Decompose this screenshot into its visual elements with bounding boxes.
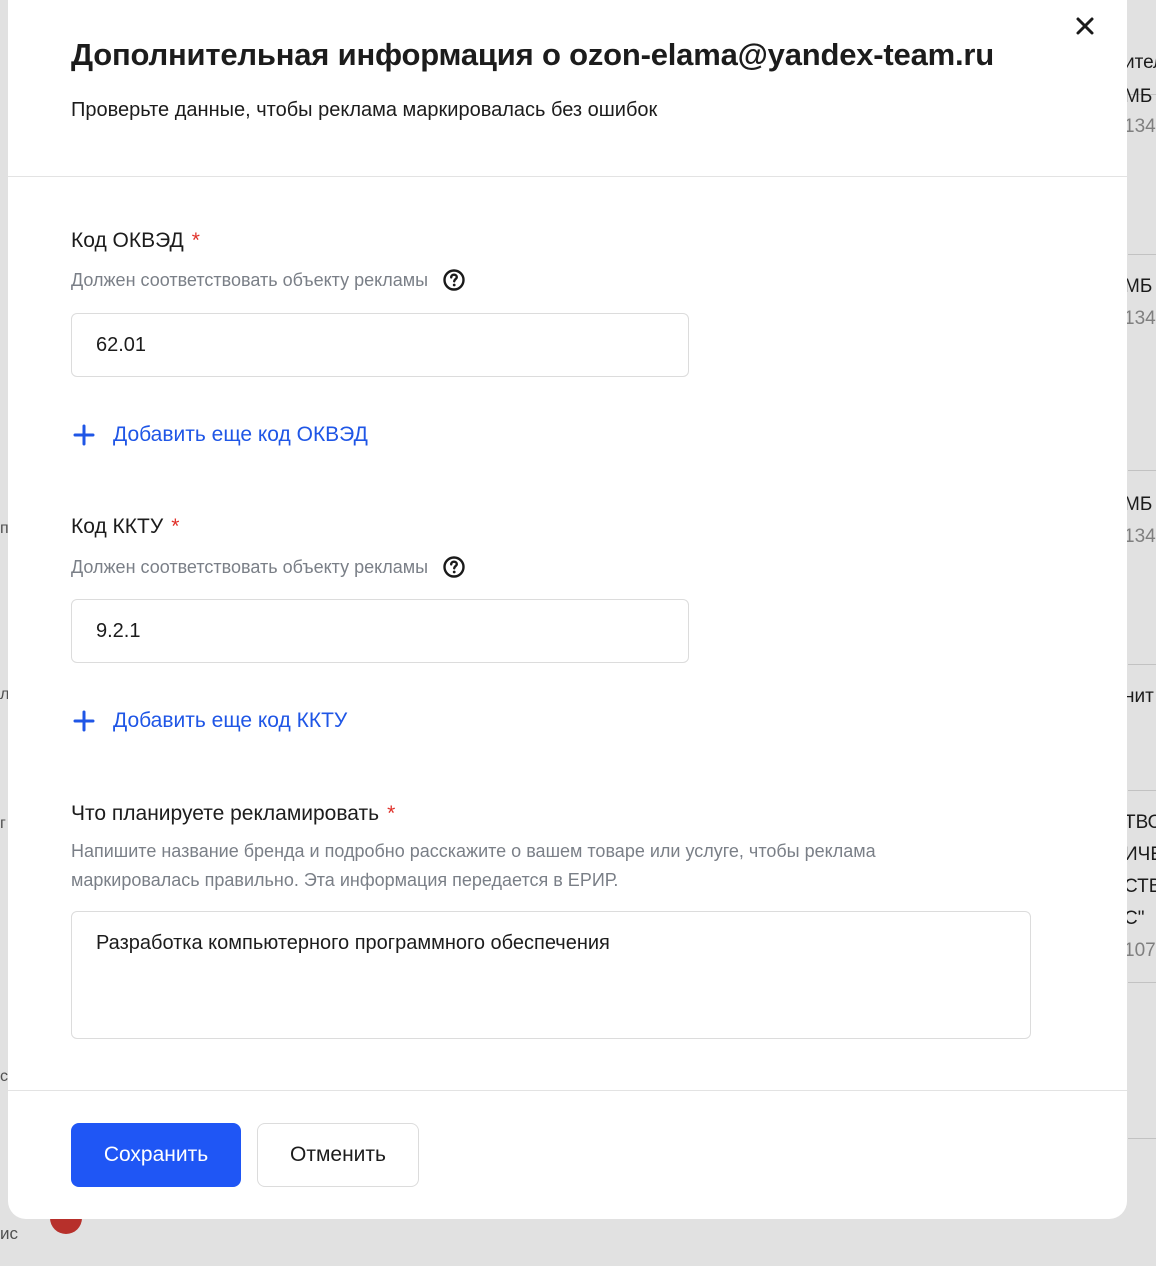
add-kktu-link-text: Добавить еще код ККТУ [113,709,348,732]
add-kktu-link[interactable]: Добавить еще код ККТУ [71,708,347,734]
required-mark: * [387,802,396,825]
okved-label: Код ОКВЭД * [71,229,200,253]
required-mark: * [191,229,200,252]
kktu-label-text: Код ККТУ [71,515,164,538]
help-icon[interactable] [442,555,466,579]
cancel-button[interactable]: Отменить [257,1123,419,1187]
additional-info-modal: Дополнительная информация о ozon-elama@y… [8,0,1127,1219]
product-hint: Напишите название бренда и подробно расс… [71,841,876,890]
okved-label-text: Код ОКВЭД [71,229,184,252]
product-label: Что планируете рекламировать * [71,802,395,826]
save-button[interactable]: Сохранить [71,1123,241,1187]
okved-hint: Должен соответствовать объекту рекламы [71,268,466,292]
add-okved-link-text: Добавить еще код ОКВЭД [113,423,368,446]
kktu-label: Код ККТУ * [71,515,179,539]
close-icon [1076,17,1094,35]
modal-title: Дополнительная информация о ozon-elama@y… [71,37,994,72]
kktu-input[interactable]: 9.2.1 [71,599,689,663]
kktu-hint: Должен соответствовать объекту рекламы [71,555,466,579]
add-okved-link[interactable]: Добавить еще код ОКВЭД [71,422,368,448]
product-textarea[interactable]: Разработка компьютерного программного об… [71,911,1031,1039]
plus-icon [71,708,97,734]
close-button[interactable] [1071,12,1099,40]
okved-hint-text: Должен соответствовать объекту рекламы [71,269,429,290]
kktu-hint-text: Должен соответствовать объекту рекламы [71,556,429,577]
required-mark: * [171,515,180,538]
product-label-text: Что планируете рекламировать [71,802,380,825]
okved-input[interactable]: 62.01 [71,313,689,377]
plus-icon [71,422,97,448]
help-icon[interactable] [442,268,466,292]
modal-subtitle: Проверьте данные, чтобы реклама маркиров… [71,99,658,121]
modal-header: Дополнительная информация о ozon-elama@y… [8,0,1127,177]
